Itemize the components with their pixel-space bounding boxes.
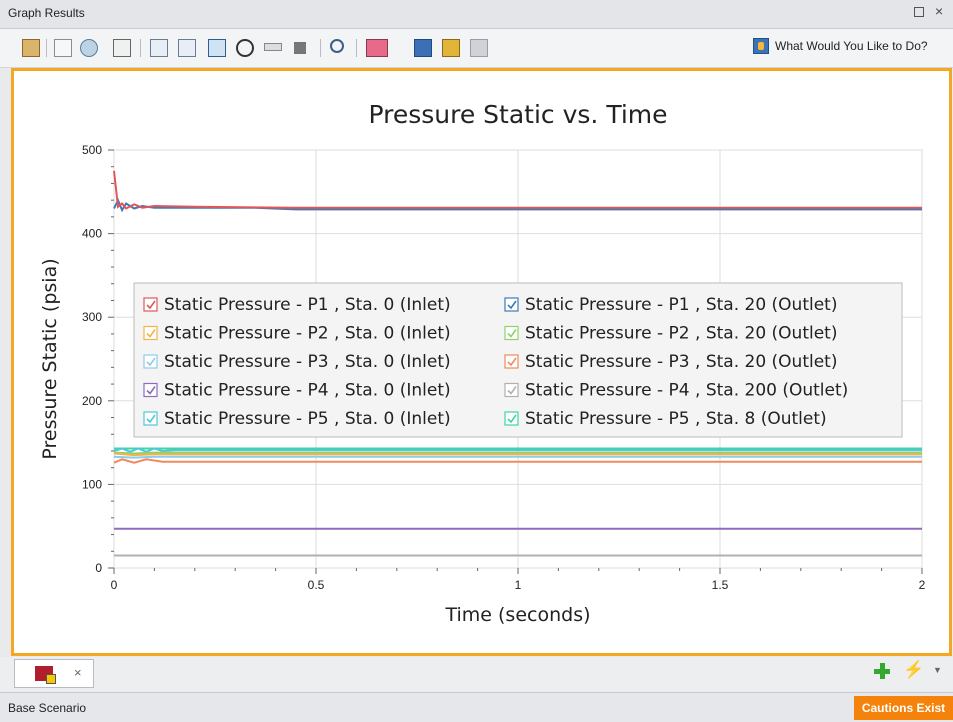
import-icon[interactable] bbox=[442, 39, 460, 57]
y-axis-label: Pressure Static (psia) bbox=[39, 258, 61, 459]
help-search[interactable]: What Would You Like to Do? bbox=[753, 38, 928, 54]
legend-icon[interactable] bbox=[178, 39, 196, 57]
help-label: What Would You Like to Do? bbox=[775, 39, 928, 53]
series-line bbox=[113, 455, 922, 459]
chart-title: Pressure Static vs. Time bbox=[368, 100, 667, 129]
x-tick-label: 0.5 bbox=[308, 578, 325, 592]
magnifier-icon[interactable] bbox=[330, 39, 344, 53]
y-tick-label: 400 bbox=[82, 227, 102, 241]
toolbar-separator bbox=[356, 39, 357, 57]
y-tick-label: 300 bbox=[82, 310, 102, 324]
legend-checkbox bbox=[504, 354, 519, 369]
cautions-badge[interactable]: Cautions Exist bbox=[854, 696, 953, 720]
legend-label: Static Pressure - P1 , Sta. 20 (Outlet) bbox=[525, 295, 837, 315]
legend-checkbox bbox=[504, 382, 519, 398]
dropdown-icon[interactable]: ▼ bbox=[933, 665, 942, 675]
x-tick-label: 0 bbox=[111, 578, 118, 592]
stop-icon[interactable] bbox=[294, 42, 306, 54]
legend-label: Static Pressure - P5 , Sta. 8 (Outlet) bbox=[525, 409, 827, 429]
add-graph-icon[interactable] bbox=[874, 663, 890, 679]
legend-checkbox bbox=[504, 411, 519, 426]
legend-label: Static Pressure - P5 , Sta. 0 (Inlet) bbox=[164, 409, 451, 429]
scenario-label: Base Scenario bbox=[8, 701, 87, 715]
toolbar: What Would You Like to Do? bbox=[0, 29, 953, 68]
copy-icon[interactable] bbox=[54, 39, 72, 57]
graph-tab-icon bbox=[35, 666, 56, 684]
legend-label: Static Pressure - P3 , Sta. 20 (Outlet) bbox=[525, 352, 837, 372]
save-image-icon[interactable] bbox=[80, 39, 98, 57]
graph-tab-strip: × ⚡ ▼ bbox=[0, 657, 953, 691]
list-view-icon[interactable] bbox=[113, 39, 131, 57]
legend-label: Static Pressure - P4 , Sta. 200 (Outlet) bbox=[525, 381, 848, 401]
close-icon[interactable]: × bbox=[935, 3, 943, 19]
line-style-icon[interactable] bbox=[366, 39, 388, 57]
x-tick-label: 2 bbox=[919, 578, 926, 592]
x-axis-label: Time (seconds) bbox=[444, 604, 590, 626]
legend-checkbox bbox=[143, 354, 158, 369]
y-tick-label: 0 bbox=[95, 561, 102, 575]
close-tab-icon[interactable]: × bbox=[74, 665, 82, 680]
legend-label: Static Pressure - P1 , Sta. 0 (Inlet) bbox=[164, 295, 451, 315]
window-title: Graph Results bbox=[8, 6, 85, 20]
window-titlebar: Graph Results × bbox=[0, 0, 953, 29]
legend-label: Static Pressure - P4 , Sta. 0 (Inlet) bbox=[164, 381, 451, 401]
legend-label: Static Pressure - P3 , Sta. 0 (Inlet) bbox=[164, 352, 451, 372]
legend-checkbox bbox=[143, 325, 158, 341]
legend-checkbox bbox=[143, 411, 158, 426]
graph-tab[interactable]: × bbox=[14, 659, 94, 688]
legend-checkbox bbox=[504, 325, 519, 341]
graph-panel: 0 0.5 1 1.5 2 0 100 200 300 400 500 Pressure Static… bbox=[11, 68, 952, 656]
export-icon[interactable] bbox=[414, 39, 432, 57]
legend-checkbox bbox=[504, 297, 519, 312]
disabled-tool-icon bbox=[470, 39, 488, 57]
y-tick-label: 100 bbox=[82, 477, 102, 491]
toolbar-separator bbox=[46, 39, 47, 57]
chart[interactable]: 0 0.5 1 1.5 2 0 100 200 300 400 500 Pressure Static… bbox=[14, 71, 949, 653]
checkbox-icon[interactable] bbox=[208, 39, 226, 57]
series-line bbox=[113, 452, 922, 457]
toolbar-separator bbox=[320, 39, 321, 57]
zoom-area-icon[interactable] bbox=[150, 39, 168, 57]
maximize-icon[interactable] bbox=[914, 7, 924, 17]
x-tick-label: 1.5 bbox=[712, 578, 729, 592]
x-tick-label: 1 bbox=[515, 578, 522, 592]
y-tick-label: 200 bbox=[82, 394, 102, 408]
toolbar-separator bbox=[140, 39, 141, 57]
legend-label: Static Pressure - P2 , Sta. 0 (Inlet) bbox=[164, 324, 451, 344]
help-icon bbox=[753, 38, 769, 54]
edit-icon[interactable] bbox=[22, 39, 40, 57]
status-bar: Base Scenario Cautions Exist bbox=[0, 692, 953, 722]
y-tick-label: 500 bbox=[82, 143, 102, 157]
lightning-icon[interactable]: ⚡ bbox=[903, 660, 924, 680]
legend-label: Static Pressure - P2 , Sta. 20 (Outlet) bbox=[525, 324, 837, 344]
legend-checkbox bbox=[143, 297, 158, 312]
legend-checkbox bbox=[143, 382, 158, 398]
scale-bar-icon[interactable] bbox=[264, 43, 282, 51]
crosshair-icon[interactable] bbox=[236, 39, 254, 57]
